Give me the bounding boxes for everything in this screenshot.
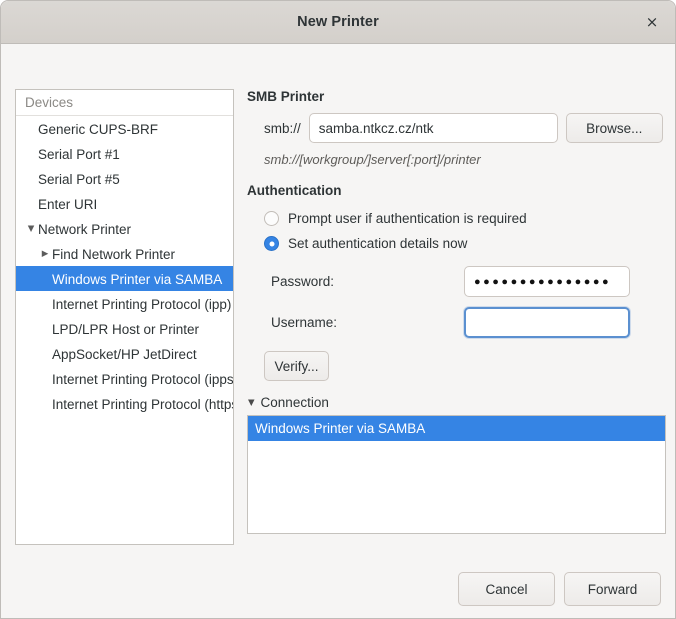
browse-button[interactable]: Browse... [566, 113, 663, 143]
device-item-label: Internet Printing Protocol (https) [52, 397, 233, 412]
devices-list-body: Generic CUPS-BRF Serial Port #1 Serial P… [16, 116, 233, 416]
device-item-ipp[interactable]: Internet Printing Protocol (ipp) [16, 291, 233, 316]
device-item-appsocket-jetdirect[interactable]: AppSocket/HP JetDirect [16, 341, 233, 366]
device-item-enter-uri[interactable]: Enter URI [16, 191, 233, 216]
password-row: Password: [271, 266, 666, 297]
devices-column-header: Devices [16, 90, 233, 116]
connection-item-label: Windows Printer via SAMBA [255, 421, 425, 436]
device-item-label: Windows Printer via SAMBA [52, 272, 222, 287]
titlebar: New Printer × [1, 1, 675, 44]
password-field[interactable] [464, 266, 630, 297]
device-item-label: AppSocket/HP JetDirect [52, 347, 197, 362]
device-item-label: LPD/LPR Host or Printer [52, 322, 199, 337]
radio-set-auth-now[interactable]: Set authentication details now [264, 231, 666, 256]
connection-expander[interactable]: ▼ Connection [248, 395, 666, 410]
device-item-label: Find Network Printer [52, 247, 175, 262]
authentication-heading: Authentication [247, 183, 666, 198]
smb-uri-hint: smb://[workgroup/]server[:port]/printer [264, 152, 666, 167]
cancel-button[interactable]: Cancel [458, 572, 555, 606]
device-item-serial-port-5[interactable]: Serial Port #5 [16, 166, 233, 191]
device-item-label: Internet Printing Protocol (ipp) [52, 297, 231, 312]
devices-list-panel[interactable]: Devices Generic CUPS-BRF Serial Port #1 … [15, 89, 234, 545]
smb-printer-heading: SMB Printer [247, 89, 666, 104]
device-item-serial-port-1[interactable]: Serial Port #1 [16, 141, 233, 166]
window-title: New Printer [297, 14, 379, 30]
triangle-down-icon[interactable]: ▼ [24, 217, 38, 241]
device-item-ipps[interactable]: Internet Printing Protocol (ipps) [16, 366, 233, 391]
device-item-generic-cups-brf[interactable]: Generic CUPS-BRF [16, 116, 233, 141]
connection-item-windows-printer-via-samba[interactable]: Windows Printer via SAMBA [248, 416, 665, 441]
device-item-label: Enter URI [38, 197, 97, 212]
smb-uri-row: smb:// Browse... [264, 113, 666, 143]
radio-checked-icon[interactable] [264, 236, 279, 251]
radio-prompt-user[interactable]: Prompt user if authentication is require… [264, 206, 666, 231]
close-icon[interactable]: × [639, 9, 665, 35]
password-label: Password: [271, 274, 464, 289]
smb-settings-panel: SMB Printer smb:// Browse... smb://[work… [247, 89, 666, 534]
device-item-windows-printer-via-samba[interactable]: Windows Printer via SAMBA [16, 266, 233, 291]
smb-uri-input[interactable] [309, 113, 558, 143]
dialog-body: Select Device Devices Generic CUPS-BRF S… [1, 44, 675, 619]
triangle-right-icon[interactable]: ▶ [38, 242, 52, 266]
device-item-find-network-printer[interactable]: ▶Find Network Printer [16, 241, 233, 266]
connection-label: Connection [261, 395, 329, 410]
connection-list[interactable]: Windows Printer via SAMBA [247, 415, 666, 534]
new-printer-dialog: New Printer × Select Device Devices Gene… [0, 0, 676, 619]
username-label: Username: [271, 315, 464, 330]
triangle-down-icon[interactable]: ▼ [248, 398, 255, 408]
device-item-lpd-lpr[interactable]: LPD/LPR Host or Printer [16, 316, 233, 341]
device-item-label: Serial Port #5 [38, 172, 120, 187]
device-item-label: Network Printer [38, 222, 131, 237]
radio-set-auth-now-label: Set authentication details now [288, 236, 467, 251]
radio-prompt-user-label: Prompt user if authentication is require… [288, 211, 527, 226]
device-item-label: Internet Printing Protocol (ipps) [52, 372, 233, 387]
device-item-network-printer[interactable]: ▼Network Printer [16, 216, 233, 241]
radio-unchecked-icon[interactable] [264, 211, 279, 226]
device-item-label: Serial Port #1 [38, 147, 120, 162]
verify-button[interactable]: Verify... [264, 351, 329, 381]
username-field[interactable] [464, 307, 630, 338]
forward-button[interactable]: Forward [564, 572, 661, 606]
dialog-footer: Cancel Forward [458, 572, 661, 606]
username-row: Username: [271, 307, 666, 338]
device-item-label: Generic CUPS-BRF [38, 122, 158, 137]
smb-uri-prefix-label: smb:// [264, 121, 301, 136]
device-item-ipp-https[interactable]: Internet Printing Protocol (https) [16, 391, 233, 416]
